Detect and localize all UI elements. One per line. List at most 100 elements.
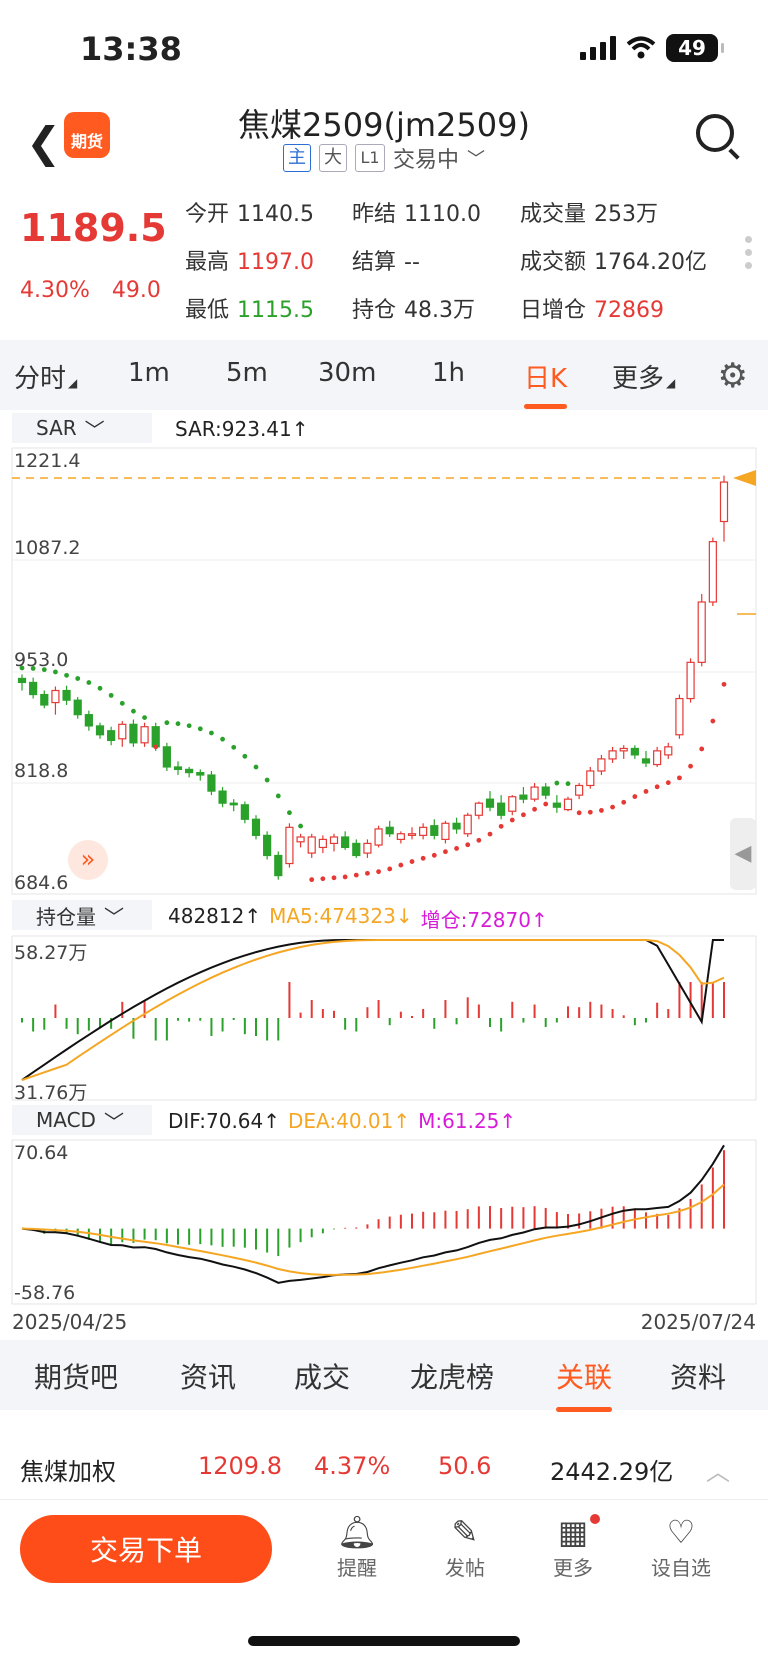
sar-dot [409, 859, 415, 864]
sar-dot [86, 680, 92, 685]
info-tab[interactable]: 成交 [294, 1356, 350, 1396]
macd-values: DIF:70.64↑ DEA:40.01↑ M:61.25↑ [168, 1109, 517, 1133]
post-button[interactable]: ✎ 发帖 [420, 1512, 510, 1581]
sar-dot [231, 744, 237, 750]
candle-body [419, 826, 428, 836]
candle-body [51, 689, 60, 704]
sar-dot [654, 784, 660, 790]
candle-body [40, 693, 49, 706]
sar-dot [532, 806, 537, 812]
oi-axis-bottom: 31.76万 [14, 1082, 88, 1104]
info-tab[interactable]: 资料 [670, 1356, 726, 1396]
home-indicator [248, 1636, 520, 1646]
macd-selector[interactable]: MACD ﹀ [12, 1105, 152, 1135]
sar-dot [454, 846, 459, 851]
candle-body [162, 746, 171, 768]
side-drawer-handle[interactable]: ◀ [730, 818, 756, 890]
remind-button[interactable]: 🔔︎ 提醒 [312, 1512, 402, 1581]
candle-body [62, 689, 71, 701]
sar-dot [264, 777, 270, 783]
date-start: 2025/04/25 [12, 1310, 128, 1334]
sar-dot [554, 780, 560, 786]
candle-body [508, 796, 517, 812]
chevron-up-icon[interactable]: ︿ [706, 1452, 730, 1487]
candle-body [407, 833, 417, 836]
candle-body [207, 774, 216, 792]
info-tab[interactable]: 龙虎榜 [410, 1356, 494, 1396]
candle-body [363, 842, 372, 854]
heart-list-icon: ♡ [666, 1513, 696, 1551]
edit-icon: ✎ [451, 1513, 479, 1551]
sar-dot [309, 877, 315, 883]
sar-dot [387, 866, 393, 872]
sar-dot [443, 849, 448, 855]
candle-body [318, 838, 327, 849]
info-tab[interactable]: 期货吧 [34, 1356, 118, 1396]
sar-dot [376, 869, 381, 875]
sar-dot [142, 715, 147, 721]
oi-selector[interactable]: 持仓量 ﹀ [12, 900, 152, 930]
notification-dot [590, 1514, 600, 1524]
related-row[interactable]: 焦煤加权 1209.8 4.37% 50.6 2442.29亿 ︿ [0, 1432, 768, 1500]
sar-dot [209, 730, 214, 736]
candle-body [229, 802, 238, 806]
sar-dot [431, 852, 437, 858]
related-name: 焦煤加权 [20, 1458, 116, 1486]
sar-dot [119, 700, 125, 706]
axis-label-5: 684.6 [14, 872, 69, 894]
candle-body [552, 802, 561, 808]
candle-body [240, 804, 249, 820]
axis-label-4: 818.8 [14, 760, 69, 782]
expand-arrows-icon[interactable]: » [68, 840, 108, 880]
kline-chart[interactable] [0, 0, 768, 1340]
candle-body [263, 834, 272, 857]
candle-body [719, 481, 729, 523]
axis-label-2: 1087.2 [14, 537, 81, 559]
related-pct: 4.37% [314, 1452, 391, 1480]
related-change: 50.6 [438, 1452, 492, 1480]
sar-dot [108, 692, 114, 698]
candle-body [385, 826, 394, 835]
candle-body [296, 836, 305, 843]
candle-body [697, 601, 706, 663]
related-price: 1209.8 [198, 1452, 282, 1480]
sar-dot [509, 817, 515, 823]
oi-axis-top: 58.27万 [14, 942, 88, 964]
candle-body [530, 786, 539, 800]
sar-dot [632, 794, 638, 799]
add-watchlist-button[interactable]: ♡ 设自选 [636, 1512, 726, 1581]
related-amount: 2442.29亿 [550, 1458, 674, 1486]
sar-dot [699, 746, 705, 752]
candle-body [329, 836, 339, 845]
candle-body [575, 784, 584, 796]
sar-dot [164, 720, 170, 726]
sar-dot [543, 801, 549, 807]
sar-dot [342, 874, 348, 880]
axis-label-1: 1221.4 [14, 450, 81, 472]
candle-body [708, 541, 717, 603]
candle-body [140, 726, 149, 744]
sar-dot [587, 809, 593, 815]
candle-body [17, 677, 27, 684]
sar-dot [643, 789, 649, 794]
macd-axis-bottom: -58.76 [14, 1282, 76, 1304]
candle-body [73, 699, 82, 716]
candle-body [474, 802, 483, 816]
info-tab[interactable]: 关联 [556, 1356, 613, 1412]
candle-body [185, 768, 194, 774]
trade-order-button[interactable]: 交易下单 [20, 1515, 272, 1583]
candle-body [630, 747, 639, 756]
grid-icon: ▦ [557, 1513, 589, 1551]
candle-body [463, 814, 472, 835]
info-tab[interactable]: 资讯 [180, 1356, 236, 1396]
sar-dot [298, 823, 303, 829]
candle-body [95, 725, 105, 736]
chevron-down-icon: ﹀ [103, 1109, 124, 1134]
sar-dot [186, 723, 192, 729]
sar-dot [131, 708, 136, 714]
candle-body [352, 842, 361, 857]
candle-body [675, 697, 684, 736]
sar-dot [331, 875, 337, 881]
candle-body [608, 750, 617, 760]
more-button[interactable]: ▦ 更多 [528, 1512, 618, 1581]
